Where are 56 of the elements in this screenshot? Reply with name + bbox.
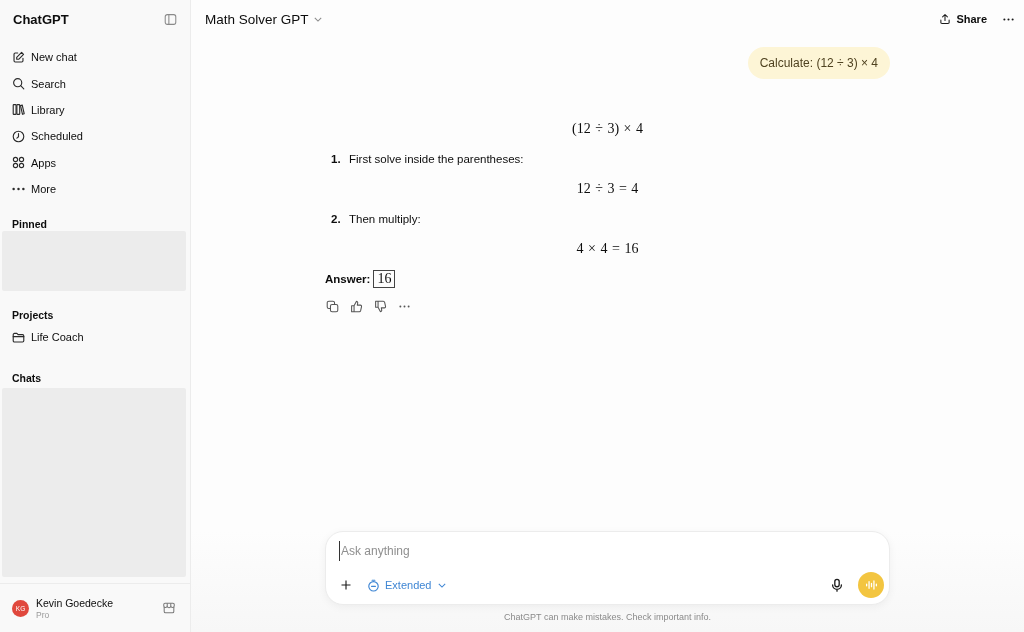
math-equation: (12 ÷ 3) × 4: [572, 121, 643, 137]
sidebar-toggle-button[interactable]: [164, 12, 178, 26]
share-icon: [939, 13, 952, 25]
more-options-button[interactable]: [1003, 17, 1014, 21]
sidebar-item[interactable]: Apps: [0, 149, 190, 176]
answer-value: 16: [373, 270, 396, 288]
copy-button[interactable]: [325, 299, 339, 313]
ellipsis-icon: [1003, 17, 1014, 21]
section-heading: Projects: [11, 308, 54, 323]
books-icon: [12, 103, 25, 117]
search-icon: [12, 77, 25, 91]
thumbs-down-icon: [373, 299, 387, 313]
user-message: Calculate: (12 ÷ 3) × 4: [747, 47, 890, 79]
plus-icon: [340, 579, 352, 591]
thumbs-up-button[interactable]: [349, 299, 363, 313]
copy-icon: [325, 299, 339, 313]
sidebar-item[interactable]: More: [0, 175, 190, 203]
sidebar-item[interactable]: Library: [0, 96, 190, 124]
storefront-icon: [162, 601, 176, 615]
list-number: 2.: [331, 213, 342, 225]
sidebar-item[interactable]: Scheduled: [0, 123, 190, 150]
ellipsis-icon: [12, 187, 25, 192]
section-heading: Pinned: [11, 217, 47, 232]
chevron-down-icon: [438, 582, 447, 588]
user-plan: Pro: [36, 609, 50, 620]
math-equation: 4 × 4 = 16: [576, 241, 639, 257]
step-text: Then multiply:: [349, 213, 421, 225]
clock-icon: [12, 129, 25, 143]
app-title: ChatGPT: [13, 11, 69, 27]
step-text: First solve inside the parentheses:: [349, 153, 524, 165]
thumbs-up-icon: [349, 299, 363, 313]
circles-grid-icon: [12, 156, 25, 170]
sidebar-item[interactable]: Search: [0, 70, 190, 97]
disclaimer-text: ChatGPT can make mistakes. Check important info.: [504, 611, 711, 624]
composer-field[interactable]: Ask anything Extended: [325, 531, 890, 605]
math-equation: 12 ÷ 3 = 4: [576, 181, 639, 197]
thumbs-down-button[interactable]: [373, 299, 387, 313]
model-menu-button[interactable]: Math Solver GPT: [205, 11, 322, 27]
user-name: Kevin Goedecke: [36, 596, 114, 609]
edit-icon: [12, 50, 25, 64]
message-input[interactable]: Ask anything: [339, 541, 876, 561]
section-heading: Chats: [11, 371, 42, 386]
mode-selector-button[interactable]: Extended: [365, 574, 449, 596]
answer-label: Answer:: [325, 273, 371, 285]
list-number: 1.: [331, 153, 342, 165]
microphone-icon: [830, 578, 844, 592]
folder-icon: [12, 330, 25, 344]
share-button[interactable]: Share: [939, 13, 987, 25]
sidebar-item[interactable]: New chat: [0, 44, 190, 71]
panel-icon: [164, 12, 177, 26]
storefront-button[interactable]: [162, 601, 176, 615]
timer-icon: [367, 578, 380, 592]
sound-wave-icon: [864, 580, 878, 590]
project-item[interactable]: Life Coach: [0, 324, 190, 351]
chevron-down-icon: [313, 16, 322, 22]
ellipsis-icon: [398, 304, 410, 308]
